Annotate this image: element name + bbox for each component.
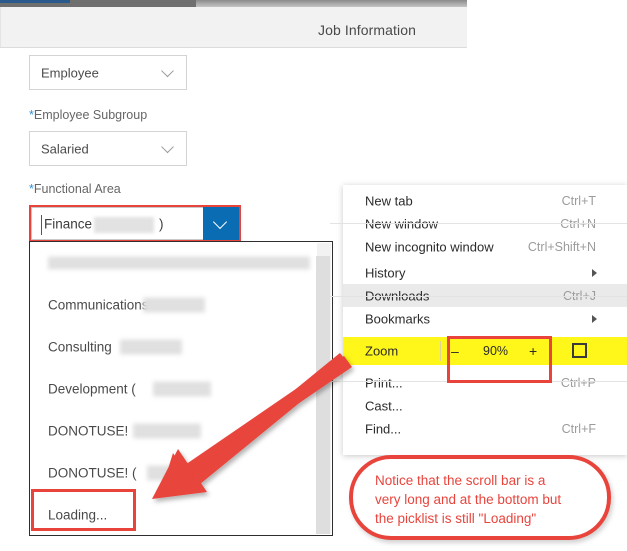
menu-item-label: Find... [365, 421, 402, 436]
functional-area-label-text: Functional Area [33, 182, 121, 196]
annotation-highlight-loading [31, 489, 136, 531]
menu-item-find[interactable]: Find... Ctrl+F [343, 417, 627, 440]
employee-subgroup-select[interactable]: Salaried [29, 131, 187, 166]
employee-select[interactable]: Employee [29, 55, 187, 90]
picklist-option-label: DONOTUSE! [48, 423, 129, 439]
content-header: Job Information [0, 7, 467, 48]
menu-item-label: New tab [365, 193, 413, 208]
menu-item-label: New incognito window [365, 239, 494, 254]
menu-item-label: Print... [365, 375, 403, 390]
picklist-option[interactable] [30, 242, 332, 284]
redaction-block [48, 256, 310, 270]
functional-area-label: *Functional Area [29, 182, 121, 196]
redaction-block [120, 339, 182, 355]
functional-area-dropdown-button[interactable] [203, 207, 239, 240]
annotation-note: Notice that the scroll bar is a very long… [349, 455, 611, 540]
picklist-option[interactable]: DONOTUSE! ( [30, 452, 332, 494]
annotation-note-line: very long and at the bottom but [375, 492, 562, 507]
redaction-block [133, 423, 201, 439]
menu-item-shortcut: Ctrl+F [561, 421, 596, 436]
menu-item-label: Bookmarks [365, 311, 431, 326]
menu-separator [330, 223, 627, 224]
menu-item-history[interactable]: History [343, 261, 627, 284]
menu-item-cast[interactable]: Cast... [343, 394, 627, 417]
redaction-block [153, 381, 211, 397]
menu-item-new-tab[interactable]: New tab Ctrl+T [343, 189, 627, 212]
application-canvas: Job Information Employee *Employee Subgr… [0, 0, 627, 551]
functional-area-value: Finance [44, 216, 93, 231]
picklist-option-label: DONOTUSE! ( [48, 465, 137, 481]
fullscreen-icon[interactable] [572, 343, 587, 358]
menu-separator [330, 296, 627, 297]
functional-area-combobox[interactable]: Finance ) [29, 205, 241, 242]
picklist-option[interactable]: Communications [30, 284, 332, 326]
picklist-option[interactable]: DONOTUSE! [30, 410, 332, 452]
menu-item-shortcut: Ctrl+T [561, 193, 596, 208]
functional-area-input[interactable]: Finance ) [31, 207, 203, 240]
picklist-scrollbar-thumb[interactable] [316, 256, 330, 534]
functional-area-value-suffix: ) [159, 216, 164, 231]
employee-select-value: Employee [41, 65, 99, 80]
picklist-option-label: Consulting [48, 339, 112, 355]
picklist-option-label: Development ( [48, 381, 136, 397]
employee-subgroup-label: *Employee Subgroup [29, 108, 147, 122]
page-right-filler [467, 0, 627, 47]
picklist-option[interactable]: Development ( [30, 368, 332, 410]
annotation-highlight-zoom [447, 336, 552, 383]
browser-tab-sliver [0, 0, 70, 3]
redaction-block [94, 217, 154, 233]
picklist-scrollbar-track[interactable] [316, 243, 331, 534]
employee-subgroup-label-text: Employee Subgroup [33, 108, 148, 122]
menu-item-label: Cast... [365, 398, 403, 413]
employee-subgroup-value: Salaried [41, 141, 89, 156]
menu-item-bookmarks[interactable]: Bookmarks [343, 307, 627, 330]
redaction-block [147, 465, 197, 481]
menu-item-label: History [365, 265, 406, 280]
chevron-down-icon [215, 217, 224, 226]
chevron-right-icon [592, 314, 597, 323]
menu-item-shortcut: Ctrl+Shift+N [527, 239, 596, 254]
redaction-block [143, 297, 205, 313]
content-header-left-edge [0, 7, 1, 47]
chevron-right-icon [592, 268, 597, 277]
zoom-divider [440, 341, 441, 361]
annotation-note-line: the picklist is still "Loading" [375, 511, 537, 526]
menu-item-new-incognito-window[interactable]: New incognito window Ctrl+Shift+N [343, 235, 627, 258]
annotation-note-line: Notice that the scroll bar is a [375, 473, 546, 488]
menu-item-shortcut: Ctrl+P [560, 375, 596, 390]
browser-menu[interactable]: New tab Ctrl+T New window Ctrl+N New incogni… [330, 185, 627, 455]
chevron-down-icon [163, 142, 174, 153]
text-caret [41, 215, 42, 235]
tab-job-information[interactable]: Job Information [318, 22, 416, 38]
annotation-note-text: Notice that the scroll bar is a very long… [375, 471, 590, 528]
picklist-option-label: Communications [48, 297, 149, 313]
menu-item-zoom-label: Zoom [365, 343, 399, 359]
picklist-option[interactable]: Consulting [30, 326, 332, 368]
chevron-down-icon [163, 66, 174, 77]
